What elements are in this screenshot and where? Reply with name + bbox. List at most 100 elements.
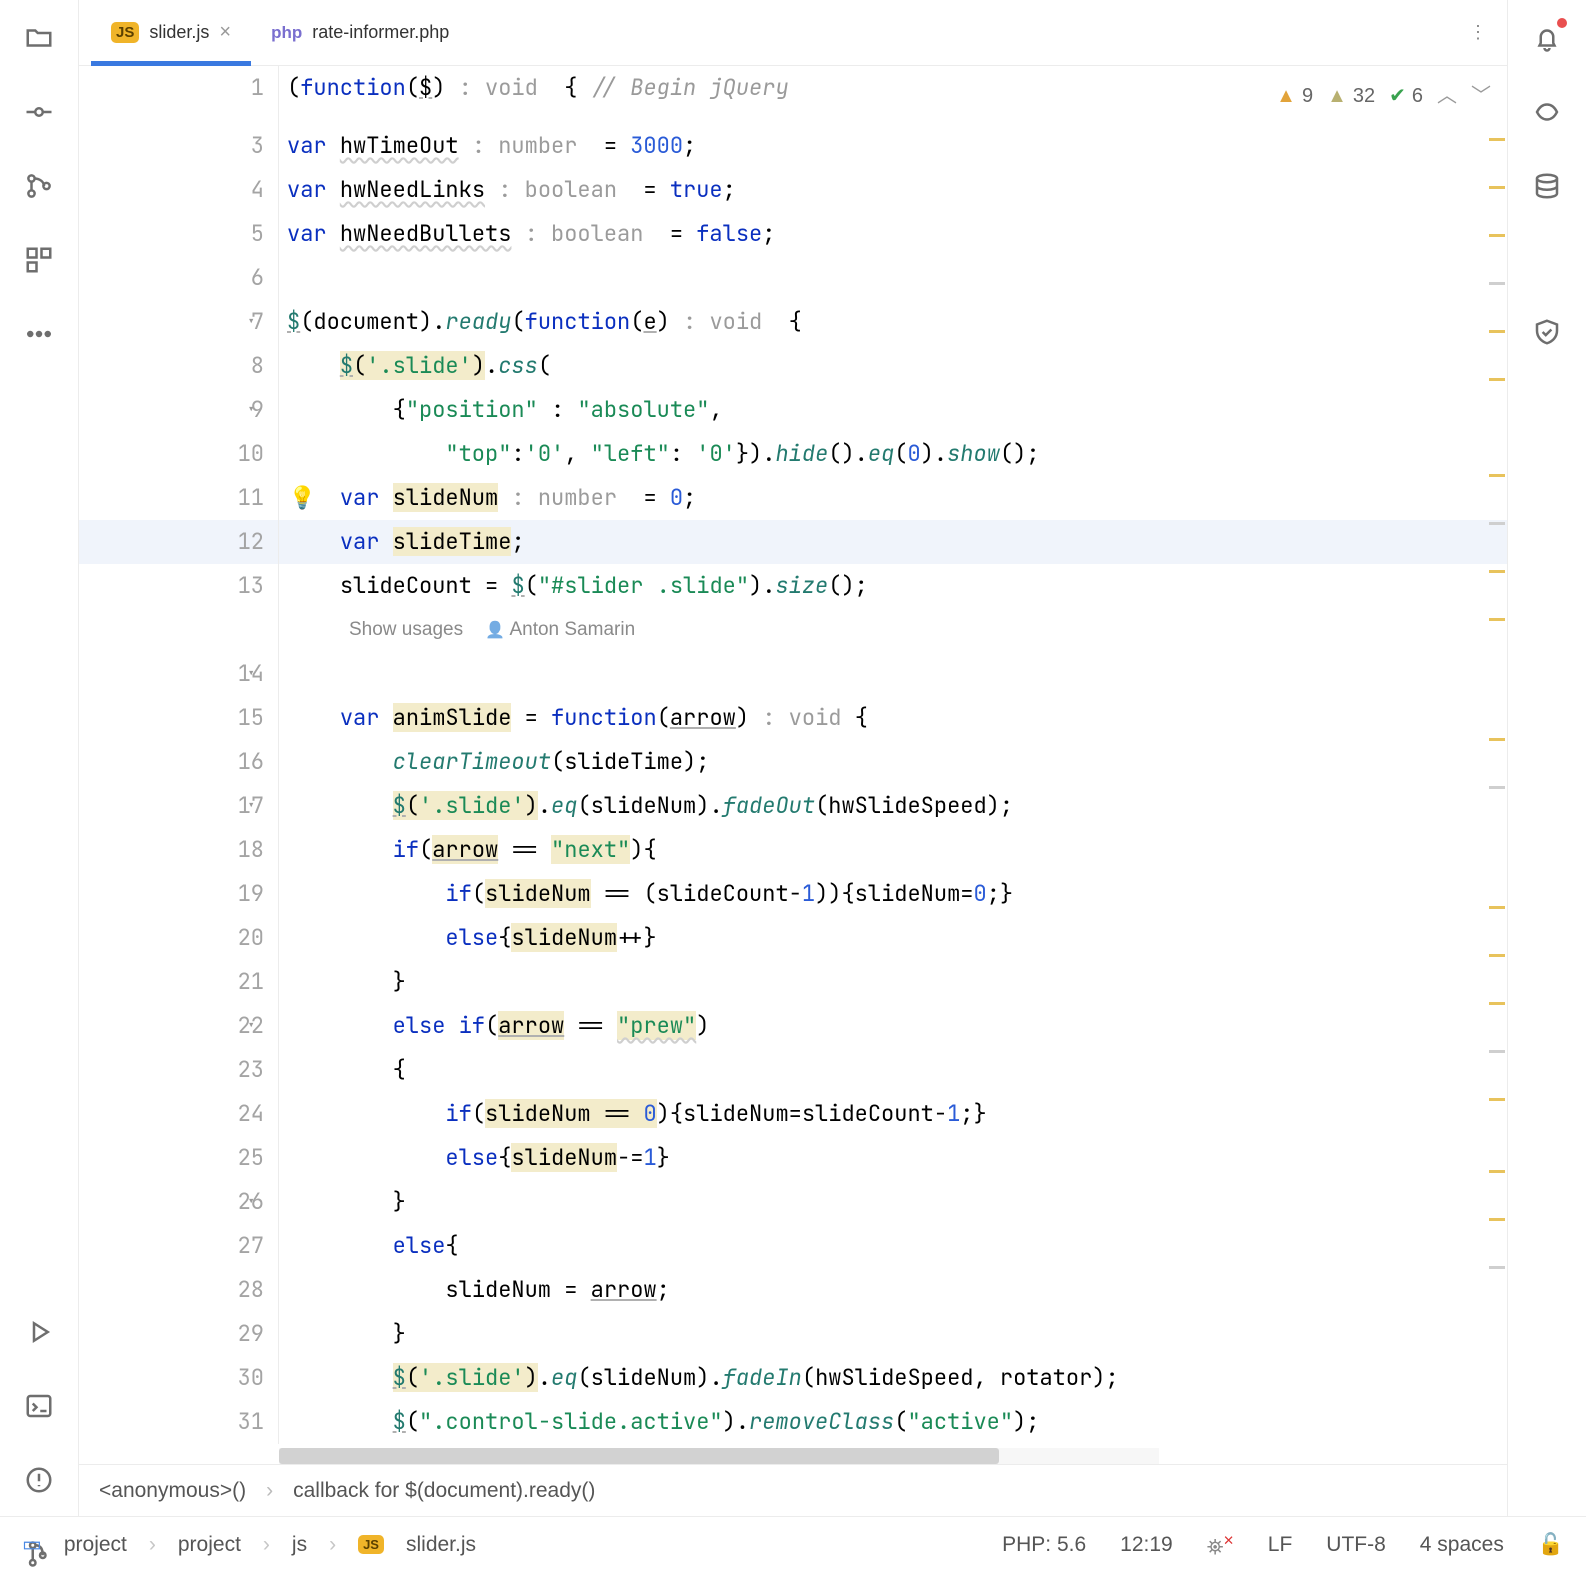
gutter-line[interactable]: 24 — [79, 1092, 279, 1136]
gutter-line[interactable]: 9 — [79, 388, 279, 432]
code-line[interactable]: {"position" : "absolute", — [279, 388, 1507, 432]
gutter-line[interactable]: 13 — [79, 564, 279, 608]
code-row[interactable]: 29 } — [79, 1312, 1507, 1356]
path-file[interactable]: slider.js — [406, 1533, 476, 1557]
error-stripe-mark[interactable] — [1489, 1050, 1505, 1053]
error-stripe-mark[interactable] — [1489, 1218, 1505, 1221]
gutter-line[interactable]: 21 — [79, 960, 279, 1004]
fold-icon[interactable] — [247, 784, 255, 828]
gutter-line[interactable]: 5 — [79, 212, 279, 256]
error-stripe-mark[interactable] — [1489, 138, 1505, 141]
code-line[interactable]: $('.slide').eq(slideNum).fadeIn(hwSlideS… — [279, 1356, 1507, 1400]
inspection-widget[interactable]: ▲9 ▲32 ✔6 ︿ ﹀ — [1276, 74, 1491, 118]
code-row[interactable]: 4var hwNeedLinks : boolean = true; — [79, 168, 1507, 212]
line-separator[interactable]: LF — [1268, 1533, 1293, 1557]
structure-icon[interactable] — [21, 242, 57, 278]
code-row[interactable]: 7$(document).ready(function(e) : void { — [79, 300, 1507, 344]
error-stripe-mark[interactable] — [1489, 738, 1505, 741]
code-row[interactable]: 27 else{ — [79, 1224, 1507, 1268]
code-row[interactable]: 12 var slideTime; — [79, 520, 1507, 564]
code-row[interactable]: 5var hwNeedBullets : boolean = false; — [79, 212, 1507, 256]
terminal-icon[interactable] — [21, 1388, 57, 1424]
code-line[interactable]: } — [279, 960, 1507, 1004]
error-stripe-mark[interactable] — [1489, 330, 1505, 333]
path-seg[interactable]: js — [292, 1533, 307, 1557]
error-stripe-mark[interactable] — [1489, 282, 1505, 285]
gutter-line[interactable]: 22 — [79, 1004, 279, 1048]
code-row[interactable]: 28 slideNum = arrow; — [79, 1268, 1507, 1312]
php-level[interactable]: PHP: 5.6 — [1002, 1533, 1086, 1557]
error-stripe-mark[interactable] — [1489, 234, 1505, 237]
code-row[interactable]: 6 — [79, 256, 1507, 300]
code-line[interactable]: } — [279, 1180, 1507, 1224]
gutter-line[interactable]: 17 — [79, 784, 279, 828]
gutter-line[interactable]: 11💡 — [79, 476, 279, 520]
scrollbar-thumb[interactable] — [279, 1448, 999, 1464]
code-line[interactable]: else{ — [279, 1224, 1507, 1268]
code-line[interactable]: } — [279, 1312, 1507, 1356]
code-line[interactable]: $('.slide').css( — [279, 344, 1507, 388]
error-stripe-mark[interactable] — [1489, 522, 1505, 525]
code-line[interactable]: else if(arrow == "prew") — [279, 1004, 1507, 1048]
code-line[interactable]: else{slideNum++} — [279, 916, 1507, 960]
error-stripe-mark[interactable] — [1489, 186, 1505, 189]
code-row[interactable]: 9 {"position" : "absolute", — [79, 388, 1507, 432]
ai-icon[interactable] — [1529, 94, 1565, 130]
notifications-icon[interactable] — [1529, 20, 1565, 56]
gutter-line[interactable]: 1 — [79, 66, 279, 110]
code-row[interactable]: Show usagesAnton Samarin — [79, 608, 1507, 652]
gutter-line[interactable]: 30 — [79, 1356, 279, 1400]
shield-icon[interactable] — [1529, 314, 1565, 350]
error-stripe-mark[interactable] — [1489, 570, 1505, 573]
gutter-line[interactable]: 28 — [79, 1268, 279, 1312]
readonly-icon[interactable]: 🔓 — [1538, 1533, 1564, 1557]
encoding[interactable]: UTF-8 — [1326, 1533, 1386, 1557]
gutter-line[interactable]: 10 — [79, 432, 279, 476]
code-line[interactable] — [279, 652, 1507, 696]
gutter-line[interactable]: 4 — [79, 168, 279, 212]
gutter-line[interactable]: 18 — [79, 828, 279, 872]
tab-overflow-icon[interactable]: ⋮ — [1469, 22, 1489, 43]
database-icon[interactable] — [1529, 168, 1565, 204]
next-highlight-icon[interactable]: ﹀ — [1471, 74, 1491, 118]
error-stripe-mark[interactable] — [1489, 474, 1505, 477]
gutter-line[interactable]: 15 — [79, 696, 279, 740]
code-line[interactable] — [279, 256, 1507, 300]
code-editor[interactable]: ▲9 ▲32 ✔6 ︿ ﹀ 1 (function($) : void { //… — [79, 66, 1507, 1464]
code-line[interactable]: var slideTime; — [279, 520, 1507, 564]
code-line[interactable]: "top":'0', "left": '0'}).hide().eq(0).sh… — [279, 432, 1507, 476]
code-row[interactable]: 22 else if(arrow == "prew") — [79, 1004, 1507, 1048]
crumb[interactable]: <anonymous>() — [99, 1479, 246, 1503]
code-line[interactable]: { — [279, 1048, 1507, 1092]
code-row[interactable]: 30 $('.slide').eq(slideNum).fadeIn(hwSli… — [79, 1356, 1507, 1400]
gutter-line[interactable]: 19 — [79, 872, 279, 916]
code-row[interactable]: 20 else{slideNum++} — [79, 916, 1507, 960]
code-row[interactable]: 14 — [79, 652, 1507, 696]
gutter-line[interactable]: 20 — [79, 916, 279, 960]
error-stripe[interactable] — [1487, 66, 1507, 1464]
gutter-line[interactable]: 27 — [79, 1224, 279, 1268]
fold-icon[interactable] — [247, 388, 255, 432]
fold-icon[interactable] — [247, 300, 255, 344]
more-icon[interactable] — [21, 316, 57, 352]
fold-icon[interactable] — [247, 652, 255, 696]
code-line[interactable]: if(slideNum == 0){slideNum=slideCount-1;… — [279, 1092, 1507, 1136]
inspection-profile-icon[interactable]: ⛯× — [1207, 1530, 1234, 1560]
code-line[interactable]: slideCount = $("#slider .slide").size(); — [279, 564, 1507, 608]
code-line[interactable]: if(slideNum == (slideCount-1)){slideNum=… — [279, 872, 1507, 916]
code-row[interactable]: 3var hwTimeOut : number = 3000; — [79, 124, 1507, 168]
vcs-icon[interactable] — [21, 168, 57, 204]
error-stripe-mark[interactable] — [1489, 618, 1505, 621]
code-line[interactable]: else{slideNum-=1} — [279, 1136, 1507, 1180]
code-row[interactable]: 21 } — [79, 960, 1507, 1004]
close-icon[interactable]: × — [219, 21, 231, 44]
error-stripe-mark[interactable] — [1489, 786, 1505, 789]
caret-position[interactable]: 12:19 — [1120, 1533, 1173, 1557]
gutter-line[interactable]: 14 — [79, 652, 279, 696]
tab-rate-informer[interactable]: php rate-informer.php — [251, 0, 469, 65]
gutter-line[interactable]: 16 — [79, 740, 279, 784]
code-row[interactable]: 13 slideCount = $("#slider .slide").size… — [79, 564, 1507, 608]
gutter-line[interactable]: 25 — [79, 1136, 279, 1180]
code-row[interactable]: 15 var animSlide = function(arrow) : voi… — [79, 696, 1507, 740]
code-row[interactable]: 10 "top":'0', "left": '0'}).hide().eq(0)… — [79, 432, 1507, 476]
